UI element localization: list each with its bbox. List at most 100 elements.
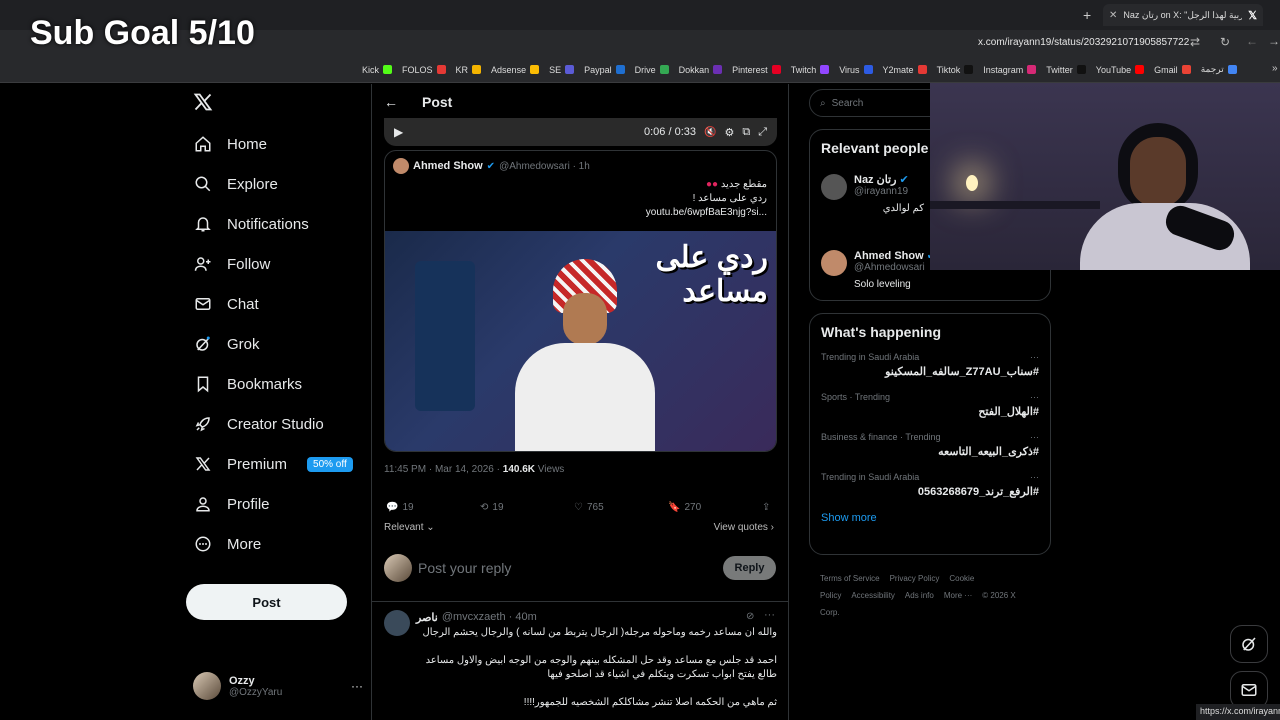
bookmark-item[interactable]: SE [549, 64, 575, 75]
footer-link[interactable]: Terms of Service [820, 574, 880, 583]
footer-link[interactable]: Ads info [905, 591, 934, 600]
search-input[interactable]: Search [832, 98, 864, 109]
trend-more-icon[interactable]: ··· [1030, 392, 1039, 402]
bookmark-item[interactable]: Adsense [491, 64, 540, 75]
trend-more-icon[interactable]: ··· [1030, 352, 1039, 362]
mute-icon[interactable]: 🔇 [704, 127, 716, 138]
trend-context: Trending in Saudi Arabia [821, 352, 920, 362]
nav-premium[interactable]: Premium 50% off [193, 444, 363, 484]
trend-more-icon[interactable]: ··· [1030, 472, 1039, 482]
person-bio: Solo leveling [854, 279, 911, 290]
bookmark-item[interactable]: YouTube [1095, 64, 1145, 75]
grok-analyze-icon[interactable]: ⊘ [746, 611, 754, 622]
bookmark-label: YouTube [1095, 64, 1132, 75]
video-thumbnail[interactable]: ردي على مساعد [385, 231, 776, 451]
nav-more[interactable]: More [193, 524, 363, 564]
bookmark-item[interactable]: Dokkan [679, 64, 723, 75]
post-button[interactable]: Post [186, 584, 347, 620]
footer-link[interactable]: Privacy Policy [890, 574, 940, 583]
nav-chat[interactable]: Chat [193, 284, 363, 324]
person-bio: كم لوالدي [882, 203, 924, 214]
trend-item[interactable]: Business & finance · Trending ··· #ذكرى_ا… [821, 432, 1039, 458]
close-tab-icon[interactable]: ✕ [1109, 10, 1117, 21]
trend-item[interactable]: Trending in Saudi Arabia ··· #الرفع_ترند_… [821, 472, 1039, 498]
relevant-people-title: Relevant people [821, 140, 929, 156]
account-switcher[interactable]: Ozzy @OzzyYaru ··· [193, 670, 363, 702]
nav-explore[interactable]: Explore [193, 164, 363, 204]
tab-title: Naz رتان on X: "الحربية لهذا الرجل" [1123, 9, 1243, 20]
bookmark-item[interactable]: Kick [362, 64, 393, 75]
bookmarks-overflow-icon[interactable]: » [1272, 63, 1278, 74]
person-card[interactable]: Ahmed Show ✔ @Ahmedowsari Solo leveling [854, 249, 936, 290]
show-more-link[interactable]: Show more [821, 512, 1039, 524]
bookmark-label: Drive [634, 64, 656, 75]
back-icon[interactable]: → [1268, 34, 1280, 48]
home-icon [193, 134, 213, 154]
quoted-post[interactable]: Ahmed Show ✔ @Ahmedowsari · 1h مقطع جديد… [384, 150, 777, 452]
pip-icon[interactable]: ⧉ [742, 126, 750, 139]
heart-icon: ♡ [574, 501, 583, 513]
site-settings-icon[interactable]: ⇄ [1190, 35, 1200, 49]
verified-badge-icon: ✔ [899, 174, 909, 186]
footer-link[interactable]: More ··· [944, 591, 972, 600]
forward-icon[interactable]: ← [1246, 34, 1258, 48]
reply-input[interactable]: Post your reply [418, 560, 511, 576]
nav-profile[interactable]: Profile [193, 484, 363, 524]
view-quotes-link[interactable]: View quotes › [714, 522, 774, 533]
browser-tab[interactable]: ✕ Naz رتان on X: "الحربية لهذا الرجل" 𝕏 [1103, 4, 1263, 26]
nav-label: Bookmarks [227, 375, 303, 393]
fullscreen-icon[interactable]: ⤢ [758, 126, 767, 139]
person-card[interactable]: Naz رتان ✔ @irayann19 كم لوالدي [854, 173, 924, 214]
back-arrow-icon[interactable]: ← [384, 94, 398, 110]
bookmark-favicon-icon [1076, 65, 1086, 74]
bookmark-item[interactable]: ترجمة [1201, 64, 1237, 75]
bookmark-item[interactable]: KR [456, 64, 482, 75]
nav-creator-studio[interactable]: Creator Studio [193, 404, 363, 444]
grok-float-button[interactable] [1230, 625, 1268, 663]
bookmark-item[interactable]: Paypal [584, 64, 625, 75]
bookmark-item[interactable]: Twitch [791, 64, 830, 75]
bookmark-item[interactable]: Drive [635, 64, 669, 75]
bookmark-item[interactable]: Y2mate [883, 64, 927, 75]
quoted-link[interactable]: youtu.be/6wpfBaE3njg?si... [646, 206, 767, 220]
bookmark-favicon-icon [659, 65, 669, 74]
search-icon [193, 174, 213, 194]
bookmark-label: Paypal [584, 64, 612, 75]
reply-action[interactable]: 💬 19 [386, 502, 480, 513]
bookmark-action[interactable]: 🔖 270 [668, 502, 762, 513]
share-icon[interactable]: ⇪ [762, 502, 770, 513]
bookmark-item[interactable]: Virus [839, 64, 873, 75]
nav-home[interactable]: Home [193, 124, 363, 164]
new-tab-button[interactable]: + [1083, 7, 1091, 23]
reply-button[interactable]: Reply [723, 556, 776, 580]
trend-more-icon[interactable]: ··· [1030, 432, 1039, 442]
bookmark-item[interactable]: Instagram [983, 64, 1037, 75]
views-label: Views [537, 464, 565, 475]
bookmark-label: Tiktok [936, 64, 961, 75]
settings-gear-icon[interactable]: ⚙ [724, 126, 734, 139]
like-action[interactable]: ♡ 765 [574, 502, 668, 513]
bookmark-label: Twitch [790, 64, 817, 75]
url-text[interactable]: x.com/irayann19/status/20329210719058577… [978, 37, 1189, 48]
nav-bookmarks[interactable]: Bookmarks [193, 364, 363, 404]
comment-more-icon[interactable]: ··· [764, 609, 775, 621]
bookmark-item[interactable]: Gmail [1154, 64, 1191, 75]
trend-item[interactable]: Trending in Saudi Arabia ··· #سناب_Z77AU_… [821, 352, 1039, 378]
play-icon[interactable]: ▶ [394, 125, 403, 139]
bookmark-item[interactable]: Twitter [1046, 64, 1086, 75]
x-logo-icon[interactable] [193, 92, 213, 112]
repost-action[interactable]: ⟲ 19 [480, 502, 574, 513]
sort-dropdown[interactable]: Relevant ⌄ [384, 522, 435, 533]
bookmark-item[interactable]: Tiktok [937, 64, 974, 75]
reload-icon[interactable]: ↻ [1220, 35, 1230, 49]
bookmark-item[interactable]: Pinterest [732, 64, 781, 75]
nav-notifications[interactable]: Notifications [193, 204, 363, 244]
footer-link[interactable]: Accessibility [851, 591, 895, 600]
trend-item[interactable]: Sports · Trending ··· #الهلال_الفتح [821, 392, 1039, 418]
comment-header: ناصر @mvcxzaeth · 40m [416, 611, 537, 624]
comment-paragraph: طالع يفتح ابواب تسكرت ويتكلم في اشياء قد… [547, 669, 777, 680]
nav-grok[interactable]: Grok [193, 324, 363, 364]
bookmark-item[interactable]: FOLOS [402, 64, 446, 75]
nav-follow[interactable]: Follow [193, 244, 363, 284]
account-more-icon[interactable]: ··· [351, 679, 363, 693]
